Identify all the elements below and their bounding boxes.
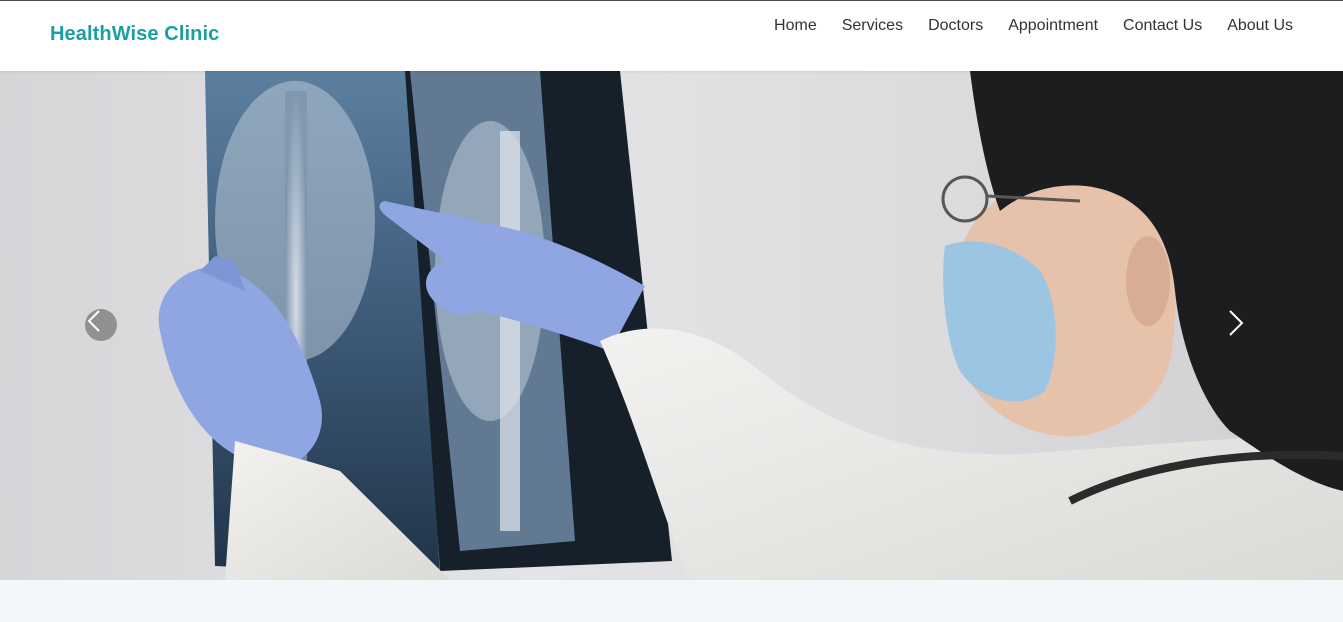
nav-about-us[interactable]: About Us [1202,17,1293,35]
nav-contact-us[interactable]: Contact Us [1098,17,1202,35]
content-section [0,580,1343,622]
site-header: HealthWise Clinic Home Services Doctors … [0,0,1343,71]
hero-image [158,71,1343,580]
nav-doctors[interactable]: Doctors [903,17,983,35]
nav-appointment[interactable]: Appointment [983,17,1098,35]
chevron-right-icon [1229,310,1244,336]
carousel-prev-button[interactable] [85,309,117,341]
nav-home[interactable]: Home [749,17,817,35]
carousel-next-button[interactable] [1228,309,1256,341]
hero-carousel [0,71,1343,580]
main-nav: Home Services Doctors Appointment Contac… [749,17,1293,35]
chevron-left-icon [87,310,100,332]
page: HealthWise Clinic Home Services Doctors … [0,0,1343,622]
site-logo[interactable]: HealthWise Clinic [50,23,219,46]
nav-services[interactable]: Services [817,17,903,35]
